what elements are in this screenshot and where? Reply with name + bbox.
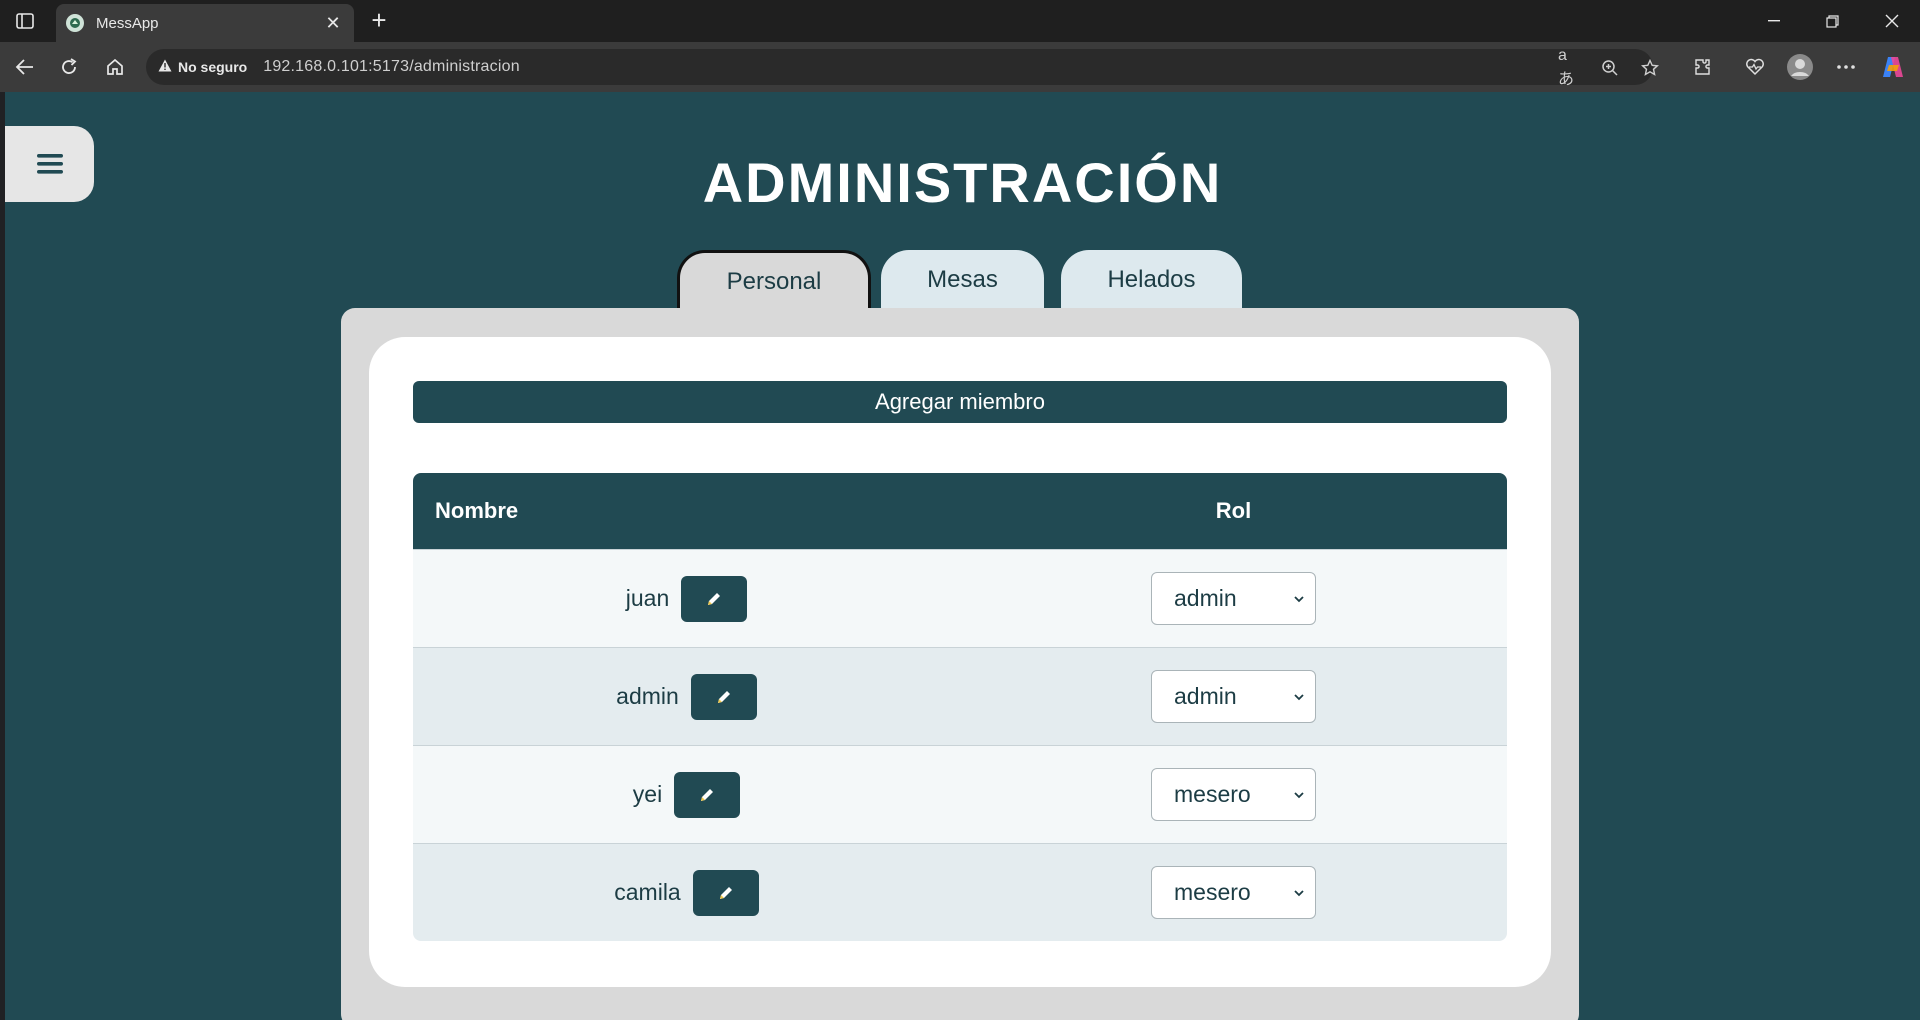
restore-icon[interactable] (1810, 6, 1854, 36)
add-member-button[interactable]: Agregar miembro (413, 381, 1507, 423)
close-window-icon[interactable] (1870, 6, 1914, 36)
edit-button[interactable] (681, 575, 748, 622)
zoom-icon[interactable] (1599, 57, 1621, 79)
table-row: admin admin (413, 647, 1507, 745)
name-cell: admin (413, 673, 960, 720)
table-header: Nombre Rol (413, 473, 1507, 549)
pencil-icon (708, 592, 721, 605)
reload-icon[interactable] (54, 52, 84, 82)
url-text: 192.168.0.101:5173/administracion (263, 58, 520, 75)
chevron-down-icon (1294, 595, 1304, 602)
chevron-down-icon (1294, 791, 1304, 798)
member-name: juan (625, 585, 670, 611)
page-viewport: ADMINISTRACIÓN Personal Mesas Helados Ag… (5, 92, 1920, 1020)
table-row: juan admin (413, 549, 1507, 647)
back-icon[interactable] (10, 52, 40, 82)
content-card: Agregar miembro Nombre Rol juan admin ad… (369, 337, 1551, 987)
member-name: yei (632, 781, 663, 807)
new-tab-button[interactable]: + (364, 6, 394, 36)
table-body: juan admin admin admin yei mesero camila… (413, 549, 1507, 941)
favorite-star-icon[interactable] (1639, 57, 1661, 79)
home-icon[interactable] (100, 52, 130, 82)
pencil-icon (719, 886, 732, 899)
column-header-name: Nombre (435, 498, 519, 523)
security-warning[interactable]: No seguro (158, 59, 247, 75)
member-name: camila (614, 879, 681, 905)
role-select-value: admin (1174, 585, 1237, 611)
profile-avatar-icon[interactable] (1785, 52, 1815, 82)
role-select[interactable]: mesero (1151, 768, 1316, 821)
edit-button[interactable] (690, 673, 757, 720)
pencil-icon (717, 690, 730, 703)
sidebar-toggle-icon[interactable] (12, 10, 38, 32)
edit-button[interactable] (692, 869, 759, 916)
tab-title: MessApp (96, 14, 159, 32)
edit-button[interactable] (674, 771, 741, 818)
role-select-value: admin (1174, 683, 1237, 709)
role-cell: mesero (960, 768, 1507, 821)
name-cell: yei (413, 771, 960, 818)
content-panel: Agregar miembro Nombre Rol juan admin ad… (341, 308, 1579, 1020)
more-options-icon[interactable] (1831, 52, 1861, 82)
role-select[interactable]: admin (1151, 670, 1316, 723)
read-aloud-icon[interactable]: aあ (1558, 47, 1580, 88)
security-label: No seguro (178, 59, 248, 75)
name-cell: camila (413, 869, 960, 916)
app-favicon-icon (66, 14, 84, 32)
name-cell: juan (413, 575, 960, 622)
extensions-icon[interactable] (1688, 52, 1718, 82)
pencil-icon (701, 788, 714, 801)
column-header-role: Rol (1215, 498, 1252, 523)
copilot-icon[interactable] (1878, 52, 1908, 82)
role-cell: admin (960, 670, 1507, 723)
address-bar[interactable]: No seguro 192.168.0.101:5173/administrac… (146, 47, 1659, 88)
tab-close-icon[interactable]: ✕ (322, 13, 344, 34)
role-select-value: mesero (1174, 781, 1251, 807)
section-tabs: Personal Mesas Helados (5, 250, 1920, 310)
tab-helados[interactable]: Helados (1061, 250, 1242, 310)
table-row: camila mesero (413, 843, 1507, 941)
chevron-down-icon (1294, 693, 1304, 700)
warning-icon (158, 59, 172, 75)
minimize-icon[interactable] (1752, 6, 1796, 36)
chevron-down-icon (1294, 889, 1304, 896)
table-row: yei mesero (413, 745, 1507, 843)
role-select[interactable]: admin (1151, 572, 1316, 625)
role-cell: admin (960, 572, 1507, 625)
tab-mesas[interactable]: Mesas (881, 250, 1044, 310)
member-name: admin (616, 683, 679, 709)
tab-personal[interactable]: Personal (677, 250, 871, 310)
browser-toolbar: No seguro 192.168.0.101:5173/administrac… (0, 42, 1920, 92)
role-select[interactable]: mesero (1151, 866, 1316, 919)
browser-tab[interactable]: MessApp ✕ (56, 4, 354, 42)
browser-tabstrip: MessApp ✕ + (0, 0, 1920, 42)
page-title: ADMINISTRACIÓN (702, 151, 1223, 214)
role-cell: mesero (960, 866, 1507, 919)
role-select-value: mesero (1174, 879, 1251, 905)
staff-table: Nombre Rol juan admin admin admin yei me… (413, 473, 1507, 941)
health-heart-icon[interactable] (1740, 52, 1770, 82)
